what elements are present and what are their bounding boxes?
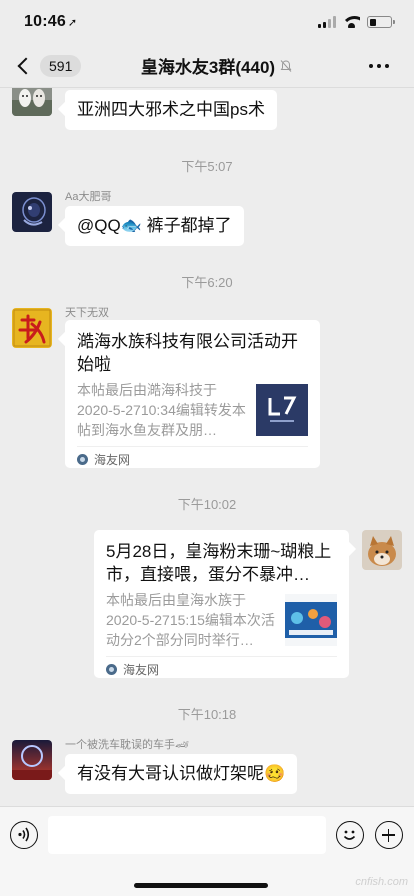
- card-body: 本帖最后由皇海水族于2020-5-2715:15编辑本次活动分2个部分同时举行…: [106, 590, 337, 650]
- timestamp: 下午5:07: [181, 159, 233, 174]
- message-bubble[interactable]: @QQ🐟 裤子都掉了: [65, 206, 244, 246]
- source-name: 海友网: [123, 662, 160, 677]
- sender-name: 天下无双: [65, 307, 109, 319]
- emoji-icon[interactable]: [336, 821, 364, 849]
- card-source: 海友网: [77, 446, 308, 472]
- card-body: 本帖最后由澔海科技于2020-5-2710:34编辑转发本帖到海水鱼友群及朋…: [77, 380, 308, 440]
- timestamp: 下午10:02: [177, 497, 237, 512]
- battery-icon: [367, 16, 395, 28]
- sender-name: 一个被洗车耽误的车手🏎: [65, 739, 189, 751]
- message-list[interactable]: 亚洲四大邪术之中国ps术 下午5:07 Aa大肥哥 @QQ🐟 裤子都掉了 下午6…: [0, 88, 414, 806]
- signal-icon: [318, 16, 336, 28]
- timestamp: 下午6:20: [181, 275, 233, 290]
- group-name: 皇海水友3群(440): [140, 58, 276, 77]
- card-thumbnail: [285, 594, 337, 646]
- watermark: cnfish.com: [355, 876, 408, 888]
- plus-icon[interactable]: [375, 821, 403, 849]
- clock-text: 10:46: [24, 13, 66, 30]
- status-icons: [318, 16, 395, 28]
- card-source: 海友网: [106, 656, 337, 682]
- source-logo-icon: [106, 664, 117, 675]
- chat-header: 591 皇海水友3群(440): [0, 44, 414, 88]
- timestamp: 下午10:18: [177, 707, 237, 722]
- source-logo-icon: [77, 454, 88, 465]
- location-arrow-icon: ➚: [67, 17, 78, 29]
- link-card[interactable]: 5月28日，皇海粉末珊~瑚粮上市，直接喂，蛋分不暴冲… 本帖最后由皇海水族于20…: [94, 530, 349, 678]
- avatar-moon-ring[interactable]: [12, 740, 52, 780]
- sender-name: Aa大肥哥: [65, 191, 112, 203]
- avatar-xray-skull[interactable]: [12, 192, 52, 232]
- message-text: @QQ🐟 裤子都掉了: [77, 216, 232, 235]
- status-time: 10:46 ➚: [24, 13, 77, 31]
- avatar-zhao[interactable]: [12, 308, 52, 348]
- message-bubble[interactable]: 有没有大哥认识做灯架呢🥴: [65, 754, 298, 794]
- voice-icon[interactable]: [10, 821, 38, 849]
- wifi-icon: [343, 16, 360, 28]
- home-indicator: [134, 883, 268, 888]
- message-text: 有没有大哥认识做灯架呢🥴: [77, 764, 286, 783]
- card-title: 5月28日，皇海粉末珊~瑚粮上市，直接喂，蛋分不暴冲…: [106, 542, 332, 584]
- message-bubble[interactable]: 亚洲四大邪术之中国ps术: [65, 90, 277, 130]
- status-bar: 10:46 ➚: [0, 0, 414, 44]
- chat-title[interactable]: 皇海水友3群(440): [90, 53, 344, 78]
- source-name: 海友网: [94, 452, 131, 467]
- card-description: 本帖最后由澔海科技于2020-5-2710:34编辑转发本帖到海水鱼友群及朋…: [77, 382, 246, 438]
- card-title: 澔海水族科技有限公司活动开始啦: [77, 332, 298, 374]
- message-text: 亚洲四大邪术之中国ps术: [77, 100, 265, 119]
- card-description: 本帖最后由皇海水族于2020-5-2715:15编辑本次活动分2个部分同时举行…: [106, 592, 275, 648]
- unread-count-badge: 591: [40, 54, 82, 77]
- mute-bell-icon: [280, 59, 292, 72]
- message-input[interactable]: [48, 816, 326, 854]
- more-dots-icon[interactable]: [344, 63, 414, 68]
- avatar-dogs[interactable]: [12, 88, 52, 116]
- link-card[interactable]: 澔海水族科技有限公司活动开始啦 本帖最后由澔海科技于2020-5-2710:34…: [65, 320, 320, 468]
- avatar-shiba[interactable]: [362, 530, 402, 570]
- back-chevron-icon: [17, 57, 35, 74]
- card-thumbnail: [256, 384, 308, 436]
